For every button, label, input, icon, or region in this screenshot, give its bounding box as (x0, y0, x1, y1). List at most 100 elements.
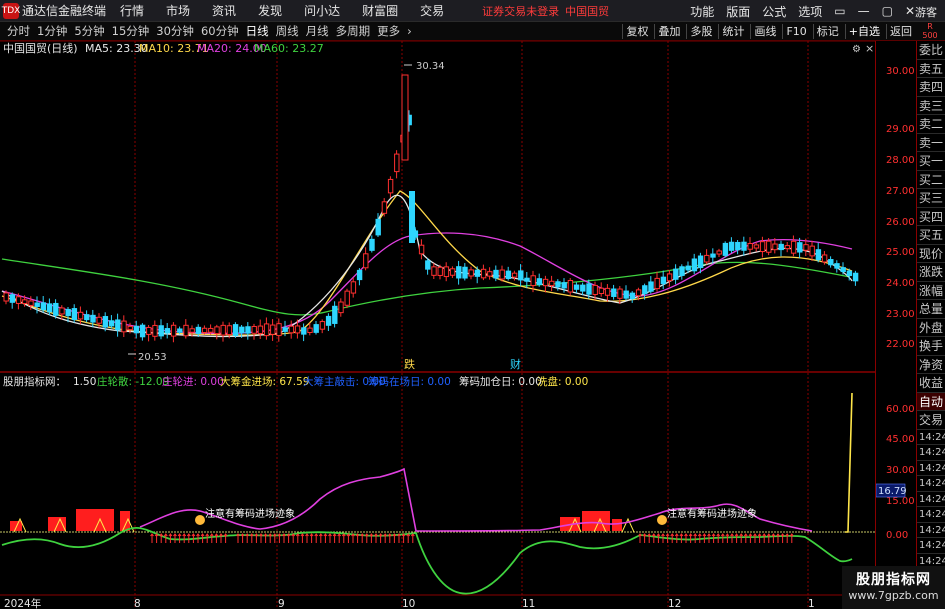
side-item[interactable]: 14:24 (917, 430, 945, 445)
menu-shichang[interactable]: 市场 (166, 2, 190, 19)
side-item[interactable]: 14:24 (917, 461, 945, 476)
side-item[interactable]: 买二 (917, 171, 945, 189)
side-item[interactable]: 14:24 (917, 445, 945, 461)
maximize-icon[interactable]: ▢ (882, 4, 893, 18)
red-tick (757, 533, 762, 543)
candle-body (648, 281, 654, 292)
close-icon[interactable]: ✕ (905, 4, 915, 18)
candle-body (493, 269, 499, 279)
stock-name-link[interactable]: 中国国贸 (565, 3, 609, 19)
side-item[interactable]: 14:24 (917, 523, 945, 538)
side-item[interactable]: 净资 (917, 356, 945, 374)
back-button[interactable]: 返回 (886, 24, 915, 39)
candle-body (524, 277, 530, 282)
candle-body (146, 326, 152, 335)
tongji-button[interactable]: 统计 (718, 24, 747, 39)
red-tick (401, 533, 406, 543)
side-item[interactable]: 总量 (917, 300, 945, 319)
red-tick (748, 533, 753, 543)
side-item[interactable]: 涨幅 (917, 282, 945, 300)
login-warning[interactable]: 证券交易未登录 (482, 3, 559, 19)
candle-body (456, 266, 462, 279)
side-item[interactable]: 买三 (917, 189, 945, 208)
side-item[interactable]: 买五 (917, 226, 945, 245)
candle-body (499, 269, 505, 280)
period-5min[interactable]: 5分钟 (74, 23, 104, 39)
candle-body (387, 178, 394, 194)
side-item[interactable]: 卖四 (917, 78, 945, 97)
candle-body (133, 325, 140, 334)
menu-gongneng[interactable]: 功能 (690, 3, 714, 20)
settings-gear-icon[interactable]: ⚙ (852, 44, 861, 55)
period-15min[interactable]: 15分钟 (112, 23, 150, 39)
side-item[interactable]: 14:24 (917, 476, 945, 492)
candle-body (325, 315, 332, 326)
side-item[interactable]: 14:24 (917, 492, 945, 507)
side-item[interactable]: 交易 (917, 411, 945, 430)
candle-body (530, 275, 536, 287)
side-item[interactable]: 现价 (917, 245, 945, 263)
period-1min[interactable]: 1分钟 (37, 23, 67, 39)
diejia-button[interactable]: 叠加 (654, 24, 683, 39)
minimize-icon[interactable]: — (858, 4, 870, 18)
event-cai-label: 财 (510, 357, 521, 371)
period-fenshi[interactable]: 分时 (7, 23, 30, 39)
candle-body (784, 245, 791, 250)
side-item[interactable]: 14:24 (917, 538, 945, 554)
chevron-right-icon[interactable]: › (407, 24, 412, 38)
candle-body (604, 287, 611, 296)
side-item[interactable]: 买四 (917, 208, 945, 226)
menu-caifuquan[interactable]: 财富圈 (362, 2, 398, 19)
menu-jiaoyi[interactable]: 交易 (420, 2, 444, 19)
menu-faxian[interactable]: 发现 (258, 2, 282, 19)
side-item[interactable]: 卖二 (917, 115, 945, 134)
candle-body (753, 244, 760, 249)
side-item[interactable]: 卖三 (917, 97, 945, 115)
candle-body (288, 325, 295, 334)
close-icon[interactable]: × (865, 42, 874, 55)
period-multi[interactable]: 多周期 (336, 23, 371, 39)
price-tick-24: 24.00 (886, 278, 915, 289)
side-item[interactable]: 外盘 (917, 319, 945, 337)
side-item[interactable]: 涨跌 (917, 263, 945, 282)
chart-canvas[interactable]: 30.34 20.53 跌 财 注意有筹码进场迹象 注意有筹码进场迹象 中国国贸… (0, 41, 876, 609)
side-item[interactable]: 卖一 (917, 134, 945, 152)
menu-gongshi[interactable]: 公式 (762, 3, 786, 20)
restore-icon[interactable]: ▭ (834, 4, 845, 18)
duogu-button[interactable]: 多股 (686, 24, 715, 39)
side-item[interactable]: 卖五 (917, 60, 945, 78)
side-item[interactable]: 自动 (917, 392, 945, 411)
menu-banmian[interactable]: 版面 (726, 3, 750, 20)
candle-spike (401, 74, 409, 161)
menu-wenxiaoda[interactable]: 问小达 (304, 2, 340, 19)
red-tick (286, 533, 291, 543)
menu-xuanxiang[interactable]: 选项 (798, 3, 822, 20)
period-weekly[interactable]: 周线 (276, 23, 299, 39)
huaxian-button[interactable]: 画线 (750, 24, 779, 39)
period-monthly[interactable]: 月线 (306, 23, 329, 39)
period-60min[interactable]: 60分钟 (201, 23, 239, 39)
side-item[interactable]: 买一 (917, 152, 945, 171)
green-indicator-line (1, 527, 853, 595)
side-item[interactable]: 换手 (917, 337, 945, 356)
add-watchlist-button[interactable]: +自选 (844, 24, 883, 39)
time-label-2024: 2024年 (4, 597, 41, 609)
period-more[interactable]: 更多 (377, 23, 400, 39)
red-tick (374, 533, 378, 543)
side-item[interactable]: 委比 (917, 41, 945, 60)
candle-body (617, 288, 623, 299)
candle-body (629, 292, 636, 300)
menu-zixun[interactable]: 资讯 (212, 2, 236, 19)
biaoji-button[interactable]: 标记 (812, 24, 842, 39)
period-30min[interactable]: 30分钟 (156, 23, 194, 39)
f10-button[interactable]: F10 (782, 24, 809, 39)
side-item[interactable]: 收益 (917, 374, 945, 393)
menu-hangqing[interactable]: 行情 (120, 2, 144, 19)
fuquan-button[interactable]: 复权 (622, 24, 651, 39)
side-item[interactable]: 14:24 (917, 507, 945, 523)
candle-body (598, 287, 605, 295)
candle-body (449, 268, 456, 276)
candle-body (350, 281, 357, 294)
period-daily[interactable]: 日线 (246, 23, 269, 39)
guest-label[interactable]: 游客 (915, 4, 937, 20)
